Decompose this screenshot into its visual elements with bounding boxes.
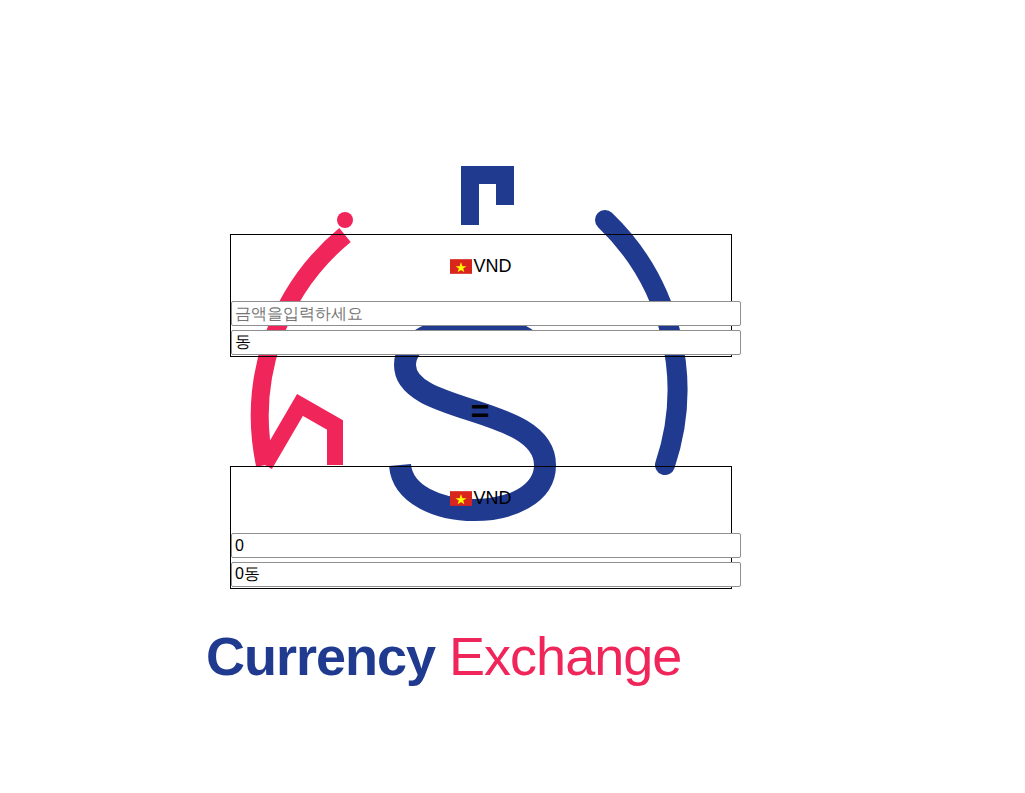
dollar-logo-icon xyxy=(205,165,765,595)
formatted-amount[interactable] xyxy=(231,330,741,355)
formatted-amount[interactable] xyxy=(231,562,741,587)
logo-wordmark: CurrencyExchange xyxy=(206,625,740,687)
vietnam-flag-icon xyxy=(450,259,472,274)
logo-secondary: Exchange xyxy=(449,625,681,687)
converter: VND=VNDCurrencyExchange xyxy=(230,0,740,687)
currency-card: VND xyxy=(230,466,732,589)
currency-selector[interactable]: VND xyxy=(231,467,731,529)
amount-input[interactable] xyxy=(231,301,741,326)
currency-code: VND xyxy=(473,488,511,509)
currency-selector[interactable]: VND xyxy=(231,235,731,297)
currency-code: VND xyxy=(473,256,511,277)
page: VND = VND CurrencyExchange xyxy=(0,0,1025,793)
equals-sign: = xyxy=(230,357,730,466)
currency-card: VND xyxy=(230,234,732,357)
logo-primary: Currency xyxy=(206,625,435,687)
amount-input[interactable] xyxy=(231,533,741,558)
vietnam-flag-icon xyxy=(450,491,472,506)
